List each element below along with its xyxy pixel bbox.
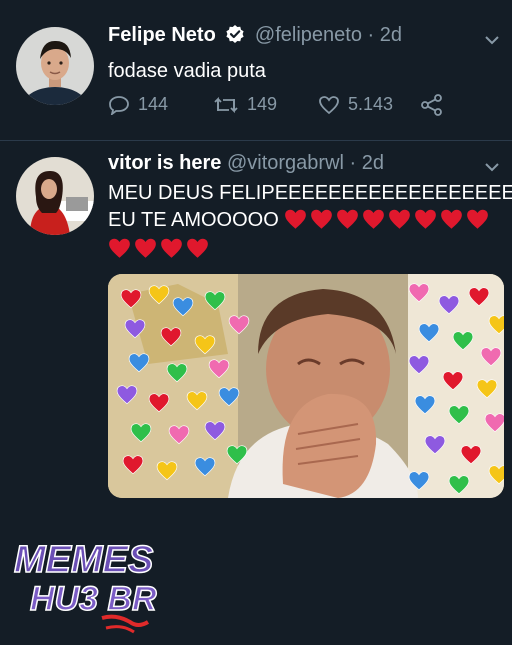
display-name[interactable]: vitor is here [108,152,221,174]
heart-emoji-row-2 [108,237,212,268]
red-heart-emoji-icon [336,208,359,239]
tweet-vitor[interactable]: vitor is here @vitorgabrwl · 2d MEU DEUS… [0,141,512,634]
display-name[interactable]: Felipe Neto [108,24,216,46]
like-button[interactable]: 5.143 [318,94,393,115]
red-heart-emoji-icon [388,208,411,239]
handle[interactable]: @vitorgabrwl [227,152,344,174]
avatar-vitor[interactable] [16,157,94,235]
reply-count: 144 [138,94,169,114]
red-heart-emoji-icon [160,237,183,268]
like-icon [318,95,340,115]
tweet-header: Felipe Neto @felipeneto · 2d [108,24,402,50]
like-count: 5.143 [348,94,394,114]
watermark-line-2: HU3 BR [30,580,157,618]
retweet-button[interactable]: 149 [213,94,277,115]
red-heart-emoji-icon [108,237,131,268]
tweet-header: vitor is here @vitorgabrwl · 2d [108,152,384,175]
chevron-down-icon[interactable] [484,159,500,177]
timestamp[interactable]: · 2d [350,152,384,174]
tweet-text-line-2-text: EU TE AMOOOOO [108,209,279,231]
retweet-count: 149 [247,94,278,114]
red-heart-emoji-icon [362,208,385,239]
tweet-text-line-1: MEU DEUS FELIPEEEEEEEEEEEEEEEEEEE [108,182,512,204]
avatar-felipe[interactable] [16,27,94,105]
red-heart-emoji-icon [310,208,333,239]
tweet-media-image[interactable] [108,274,504,498]
tweet-text: MEU DEUS FELIPEEEEEEEEEEEEEEEEEEE EU TE … [108,180,512,239]
verified-badge-icon [225,24,245,50]
retweet-icon [213,95,239,115]
red-heart-emoji-icon [134,237,157,268]
red-heart-emoji-icon [284,208,307,239]
timestamp[interactable]: · 2d [368,24,402,46]
reply-button[interactable]: 144 [108,94,168,115]
tweet-felipe[interactable]: Felipe Neto @felipeneto · 2d fodase vadi… [0,0,512,141]
red-heart-emoji-icon [440,208,463,239]
red-heart-emoji-icon [186,237,209,268]
watermark-logo: MEMES HU3 BR [6,530,196,640]
tweet-actions: 144 149 5.143 [108,94,468,122]
tweet-text: fodase vadia puta [108,60,266,82]
red-heart-emoji-icon [414,208,437,239]
tweet-text-line-2: EU TE AMOOOOO [108,207,512,239]
handle[interactable]: @felipeneto [255,24,362,46]
red-heart-emoji-icon [466,208,489,239]
chevron-down-icon[interactable] [484,32,500,50]
share-button[interactable] [420,94,444,116]
reply-icon [108,95,130,115]
watermark-line-1: MEMES [14,539,153,581]
share-icon [420,94,444,116]
heart-emoji-row [284,208,492,239]
